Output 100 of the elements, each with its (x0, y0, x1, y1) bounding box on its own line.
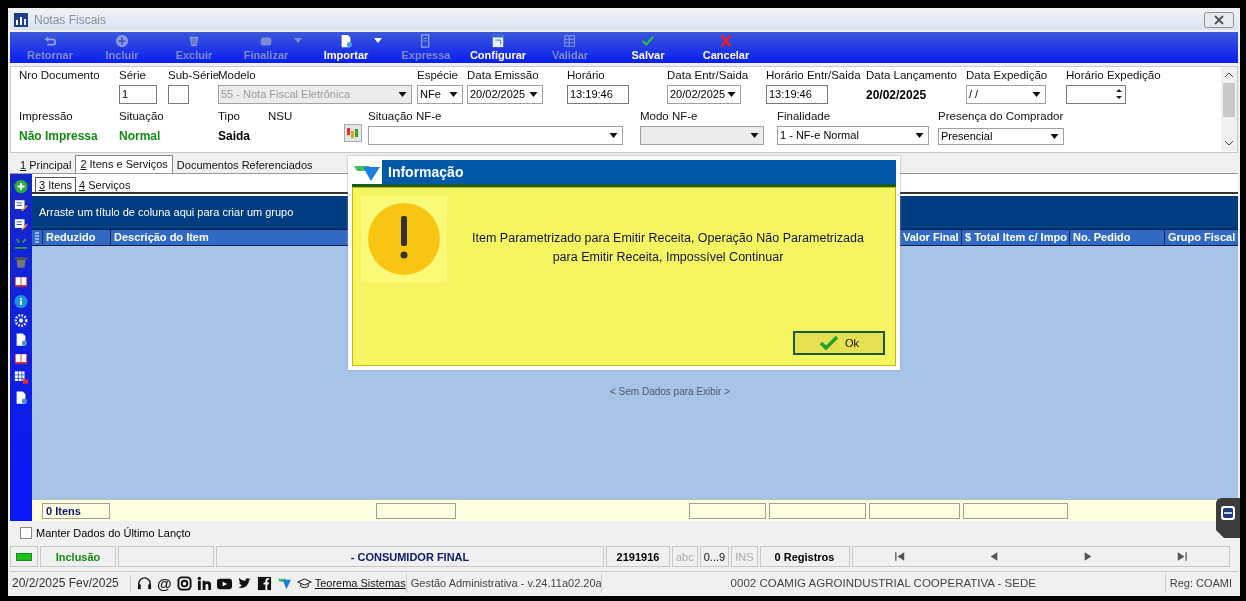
field-label: Presença do Comprador (938, 109, 1065, 124)
grid-icon (563, 33, 577, 48)
remote-access-icon[interactable] (1216, 498, 1240, 538)
mode-status: Inclusão (40, 546, 116, 568)
field-value: Não Impressa (19, 127, 99, 143)
warning-icon (361, 196, 447, 282)
field-label: Data Emissão (467, 68, 540, 83)
field-value: 20/02/2025 (866, 86, 928, 102)
dropdown-field[interactable]: 1 - NF-e Normal (777, 125, 929, 145)
field-label: Data Expedição (966, 68, 1049, 83)
tab[interactable]: 3 Itens (35, 176, 77, 192)
caret-icon (398, 91, 407, 97)
book-icon[interactable] (14, 351, 28, 367)
dropdown-field[interactable]: 20/02/2025 (467, 84, 543, 104)
field-label: Tipo (218, 109, 241, 124)
company-link[interactable]: Teorema Sistemas (314, 577, 406, 589)
page-icon[interactable] (14, 389, 28, 405)
registration-label: Reg: COAMI (1164, 573, 1238, 593)
cross-icon (719, 33, 733, 48)
column-header[interactable]: Reduzido (43, 229, 111, 245)
column-header[interactable]: No. Pedido (1070, 229, 1165, 245)
key-indicator: 0...9 (699, 546, 730, 568)
empty-message: < Sem Dados para Exibir > (609, 385, 731, 397)
numbering-icon[interactable] (344, 123, 362, 142)
caret-icon[interactable] (374, 37, 382, 43)
checkbox[interactable] (20, 527, 32, 540)
check-icon (641, 33, 655, 48)
ok-button[interactable]: Ok (793, 331, 885, 355)
book-icon[interactable] (14, 274, 28, 290)
customer-status: - CONSUMIDOR FINAL (216, 546, 604, 568)
field-value: Saida (218, 127, 251, 143)
bird-icon[interactable] (236, 575, 252, 591)
led-icon (16, 552, 32, 561)
last-record-icon[interactable] (1176, 552, 1187, 562)
input-field[interactable] (168, 84, 189, 104)
plus-icon[interactable] (14, 178, 28, 194)
first-record-icon[interactable] (894, 552, 905, 562)
spinner-field[interactable] (1066, 84, 1126, 104)
field-label: Série (119, 68, 147, 83)
gear-icon[interactable] (14, 312, 28, 328)
item-count: 0 Itens (42, 502, 110, 519)
headset-icon[interactable] (137, 575, 152, 591)
field-label: Espécie (417, 68, 459, 83)
column-chooser-icon[interactable] (32, 229, 43, 244)
caret-icon (750, 132, 759, 138)
field-label: Modelo (218, 68, 257, 83)
code-status: 2191916 (606, 546, 670, 568)
previous-icon[interactable] (988, 552, 999, 562)
input-field[interactable]: 13:19:46 (567, 84, 629, 104)
column-header[interactable]: $ Total Item c/ Impo (962, 229, 1070, 245)
scrollbar[interactable] (1221, 66, 1237, 151)
dropdown-field[interactable]: NFe (417, 84, 463, 104)
caret-icon (609, 132, 618, 138)
field-label: Situação NF-e (368, 109, 443, 124)
edit-icon[interactable] (14, 216, 28, 232)
caret-icon (449, 91, 458, 97)
dropdown-field[interactable]: / / (966, 84, 1046, 104)
field-value: Normal (119, 127, 162, 143)
field-label: Data Entr/Saida (667, 68, 750, 83)
close-icon[interactable] (1204, 11, 1234, 28)
field-label: Nro Documento (19, 68, 101, 83)
toolbar-button[interactable]: Cancelar (690, 31, 762, 63)
field-label: Sub-Série (168, 68, 218, 83)
grid-icon[interactable] (14, 370, 28, 386)
toolbar-button[interactable]: Salvar (612, 31, 684, 63)
doc-icon (339, 33, 353, 48)
tab[interactable]: 2 Itens e Serviços (75, 154, 173, 173)
records-status: 0 Registros (759, 546, 850, 568)
app-icon (14, 12, 28, 27)
column-header[interactable]: Grupo Fiscal (1165, 229, 1238, 245)
facebook-icon[interactable] (256, 575, 272, 591)
graduation-cap-icon[interactable] (296, 575, 312, 591)
info-icon[interactable] (14, 293, 28, 309)
linkedin-icon[interactable] (196, 575, 212, 591)
input-field[interactable]: 13:19:46 (766, 84, 828, 104)
dropdown-field[interactable]: 20/02/2025 (667, 84, 741, 104)
dropdown-field[interactable]: Presencial (938, 127, 1064, 145)
plus-icon (115, 33, 129, 48)
caret-icon (1032, 91, 1041, 97)
date-label: 20/2/2025 Fev/2025 (11, 576, 120, 590)
field-label: Finalidade (777, 109, 832, 124)
toolbar-button[interactable]: Configurar (462, 31, 534, 63)
company-name: 0002 COAMIG AGROINDUSTRIAL COOPERATIVA - SEDE (600, 573, 1165, 593)
field-label: Impressão (19, 109, 74, 124)
edit-icon[interactable] (14, 197, 28, 213)
dialog-message: Item Parametrizado para Emitir Receita, Operação Não Parametrizada para Emitir Receita, Impossível Continuar (471, 230, 865, 266)
key-indicator: INS (731, 546, 758, 568)
field-label: Situação (119, 109, 165, 124)
input-field[interactable]: 1 (119, 84, 157, 104)
next-icon[interactable] (1082, 552, 1093, 562)
field-label: NSU (268, 109, 294, 124)
email-link[interactable]: @ (157, 574, 172, 592)
field-label: Horário Expedição (1066, 68, 1162, 83)
instagram-icon[interactable] (176, 575, 192, 591)
caret-icon (1050, 133, 1059, 139)
dropdown-field[interactable] (368, 125, 623, 145)
checkbox-label: Manter Dados do Último Lançto (36, 527, 191, 540)
spinner-arrows-icon[interactable] (1115, 87, 1123, 102)
dialog-title: Informação (388, 164, 464, 180)
page-icon[interactable] (14, 332, 28, 347)
